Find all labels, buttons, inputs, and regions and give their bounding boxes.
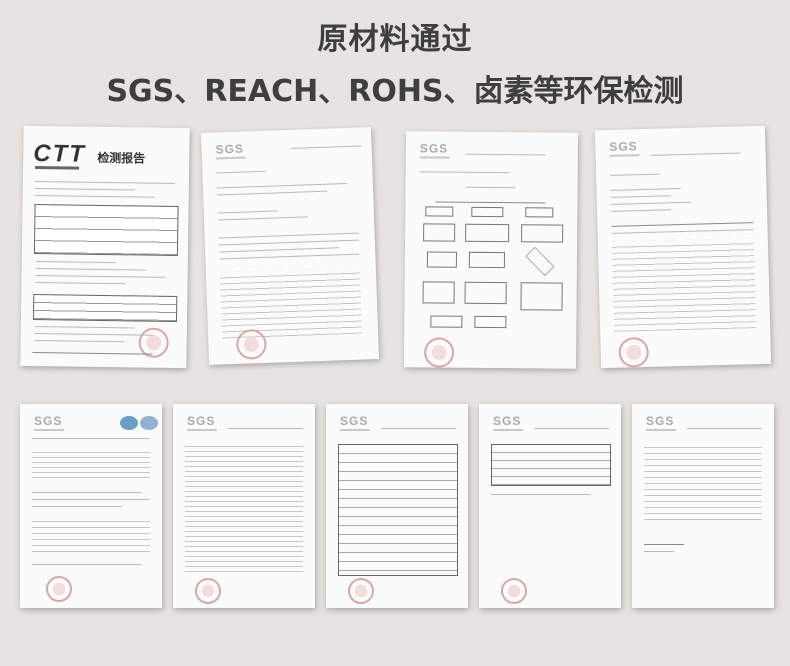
sgs-logo: SGS bbox=[420, 141, 450, 158]
sgs-report-7: SGS bbox=[632, 404, 774, 608]
sgs-logo: SGS bbox=[340, 414, 370, 431]
ctt-logo: CTT bbox=[33, 139, 87, 168]
sgs-report-2: SGS bbox=[594, 125, 772, 369]
sgs-logo: SGS bbox=[493, 414, 523, 431]
sgs-logo: SGS bbox=[187, 414, 217, 431]
sgs-logo: SGS bbox=[609, 139, 639, 157]
sgs-report-3: SGS bbox=[20, 404, 162, 608]
sgs-report-6: SGS bbox=[479, 404, 621, 608]
sgs-report-5: SGS bbox=[326, 404, 468, 608]
ctt-test-report: CTT 检测报告 bbox=[20, 125, 190, 369]
sgs-report-1: SGS bbox=[201, 127, 379, 365]
sgs-flowchart-report: SGS bbox=[403, 131, 579, 369]
sgs-report-4: SGS bbox=[173, 404, 315, 608]
sgs-logo: SGS bbox=[215, 141, 246, 159]
sgs-logo: SGS bbox=[34, 414, 64, 431]
page-title: 原材料通过 bbox=[317, 22, 473, 57]
report-title: 检测报告 bbox=[97, 150, 146, 166]
sgs-logo: SGS bbox=[646, 414, 676, 431]
page-subtitle: SGS、REACH、ROHS、卤素等环保检测 bbox=[106, 74, 684, 109]
